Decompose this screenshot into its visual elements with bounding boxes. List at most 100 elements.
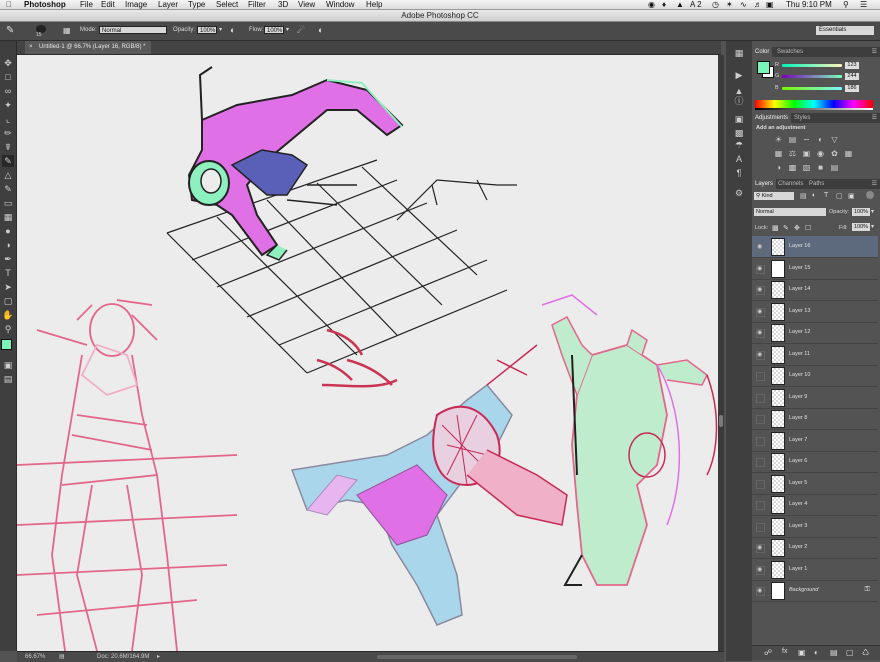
color-fg-swatch[interactable]: [757, 61, 770, 74]
lasso-tool-icon[interactable]: ∞: [2, 85, 14, 97]
spotlight-search-icon[interactable]: ⚲: [843, 0, 849, 9]
color-balance-icon[interactable]: ⚖: [788, 149, 797, 158]
character-panel-icon[interactable]: A: [733, 153, 745, 165]
visibility-toggle-empty[interactable]: [756, 458, 765, 467]
link-layers-icon[interactable]: ☍: [764, 648, 772, 657]
delete-layer-icon[interactable]: ♺: [862, 648, 869, 657]
layer-row[interactable]: Layer 10: [752, 365, 878, 387]
blue-value[interactable]: 186: [845, 85, 859, 92]
gradient-tool-icon[interactable]: ▦: [2, 211, 14, 223]
pressure-size-icon[interactable]: ◐: [318, 25, 323, 35]
visibility-eye-icon[interactable]: ◉: [756, 565, 765, 575]
type-tool-icon[interactable]: T: [2, 267, 14, 279]
marquee-tool-icon[interactable]: □: [2, 71, 14, 83]
brush-tool-icon[interactable]: ✎: [6, 25, 14, 36]
brush-tool-icon-active[interactable]: ✎: [2, 155, 14, 167]
layer-row[interactable]: Layer 6: [752, 451, 878, 473]
filter-shape-icon[interactable]: ▢: [836, 192, 843, 200]
healing-brush-tool-icon[interactable]: ☤: [2, 141, 14, 153]
status-bluetooth-icon[interactable]: ✶: [726, 0, 733, 9]
tab-channels[interactable]: Channels: [775, 179, 806, 189]
posterize-icon[interactable]: ▩: [788, 163, 797, 172]
layer-style-icon[interactable]: fx: [782, 648, 787, 655]
pressure-opacity-icon[interactable]: ◐: [230, 25, 235, 35]
layer-row[interactable]: Layer 4: [752, 494, 878, 516]
clone-stamp-tool-icon[interactable]: △: [2, 169, 14, 181]
menu-image[interactable]: Image: [125, 0, 147, 9]
gradient-map-icon[interactable]: ▤: [830, 163, 839, 172]
tool-presets-panel-icon[interactable]: ⚙: [733, 187, 745, 199]
lock-position-icon[interactable]: ✥: [794, 224, 800, 232]
brush-panel-icon-dock[interactable]: ▩: [733, 127, 745, 139]
layer-row[interactable]: Layer 7: [752, 430, 878, 452]
layer-row[interactable]: ◉ Layer 1: [752, 559, 878, 581]
hue-saturation-icon[interactable]: ▦: [774, 149, 783, 158]
scrollbar-thumb[interactable]: [719, 415, 723, 427]
blue-slider[interactable]: [782, 87, 842, 90]
layer-row[interactable]: ◉ Layer 12: [752, 322, 878, 344]
filter-toggle[interactable]: [866, 191, 874, 199]
visibility-eye-icon[interactable]: ◉: [756, 329, 765, 338]
pen-tool-icon[interactable]: ✒: [2, 253, 14, 265]
history-brush-tool-icon[interactable]: ✎: [2, 183, 14, 195]
filter-adjustment-icon[interactable]: ◐: [812, 192, 816, 199]
status-dropbox-icon[interactable]: ♦: [662, 0, 666, 9]
clone-source-panel-icon[interactable]: ☂: [733, 139, 745, 151]
visibility-eye-icon[interactable]: ◉: [756, 587, 765, 596]
color-lookup-icon[interactable]: ▦: [844, 149, 853, 158]
visibility-toggle-empty[interactable]: [756, 393, 765, 403]
menu-type[interactable]: Type: [188, 0, 205, 9]
blend-mode-select[interactable]: Normal: [754, 208, 826, 216]
fill-dropdown-icon[interactable]: ▾: [871, 223, 874, 230]
mode-select[interactable]: Normal: [99, 26, 167, 34]
menu-window[interactable]: Window: [326, 0, 354, 9]
menu-3d[interactable]: 3D: [278, 0, 288, 9]
magic-wand-tool-icon[interactable]: ✦: [2, 99, 14, 111]
exposure-icon[interactable]: ◐: [816, 135, 825, 144]
add-mask-icon[interactable]: ▣: [798, 648, 806, 657]
green-value[interactable]: 244: [845, 73, 859, 80]
layer-filter-select[interactable]: ⚲ Kind: [754, 192, 794, 200]
layer-row[interactable]: ◉ Layer 11: [752, 344, 878, 366]
close-tab-icon[interactable]: ×: [29, 41, 33, 54]
horizontal-scrollbar[interactable]: [377, 655, 577, 659]
zoom-tool-icon[interactable]: ⚲: [2, 323, 14, 335]
visibility-eye-icon[interactable]: ◉: [756, 307, 765, 317]
color-spectrum-ramp[interactable]: [755, 100, 873, 108]
invert-icon[interactable]: ◑: [774, 163, 783, 172]
path-selection-tool-icon[interactable]: ➤: [2, 281, 14, 293]
move-tool-icon[interactable]: ✥: [2, 57, 14, 69]
airbrush-icon[interactable]: ☄: [297, 25, 305, 36]
actions-panel-icon[interactable]: ▶: [733, 69, 745, 81]
filter-pixel-icon[interactable]: ▤: [800, 192, 807, 200]
background-lock-icon[interactable]: ⚿: [865, 586, 870, 594]
layer-row[interactable]: ◉ Layer 14: [752, 279, 878, 301]
vibrance-icon[interactable]: ▽: [830, 135, 839, 144]
menu-select[interactable]: Select: [216, 0, 238, 9]
info-panel-icon[interactable]: ⓘ: [733, 95, 745, 107]
tab-styles[interactable]: Styles: [791, 113, 813, 123]
visibility-eye-icon[interactable]: ◉: [756, 350, 765, 360]
layer-row[interactable]: ◉ Background ⚿: [752, 580, 878, 602]
status-clock-icon[interactable]: ◷: [712, 0, 719, 9]
red-value[interactable]: 123: [845, 62, 859, 69]
paragraph-panel-icon[interactable]: ¶: [733, 167, 745, 179]
new-adjustment-layer-icon[interactable]: ◐: [814, 648, 819, 657]
lock-image-icon[interactable]: ✎: [783, 224, 789, 232]
visibility-eye-icon[interactable]: ◉: [756, 286, 765, 295]
opacity-dropdown-icon[interactable]: ▾: [219, 26, 222, 33]
lock-transparent-icon[interactable]: ▩: [772, 224, 779, 232]
tab-layers[interactable]: Layers: [752, 179, 777, 189]
color-panel-menu-icon[interactable]: ☰: [872, 47, 877, 57]
tab-swatches[interactable]: Swatches: [774, 47, 806, 57]
document-tab[interactable]: × Untitled-1 @ 66.7% (Layer 16, RGB/8) *: [25, 41, 152, 54]
screen-mode-icon[interactable]: ▤: [2, 373, 14, 385]
brightness-contrast-icon[interactable]: ☀: [774, 135, 783, 144]
layer-opacity-dropdown-icon[interactable]: ▾: [871, 208, 874, 215]
brush-presets-panel-icon[interactable]: ▣: [733, 113, 745, 125]
layer-row[interactable]: ◉ Layer 2: [752, 537, 878, 559]
selective-color-icon[interactable]: ■: [816, 163, 825, 172]
visibility-toggle-empty[interactable]: [756, 479, 765, 489]
apple-menu-icon[interactable]: : [6, 0, 12, 9]
layer-row[interactable]: Layer 3: [752, 516, 878, 538]
